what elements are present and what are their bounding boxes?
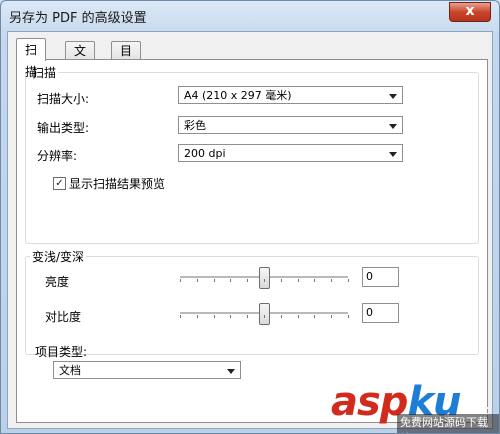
resolution-value: 200 dpi	[184, 147, 226, 160]
contrast-tick	[348, 315, 349, 318]
contrast-tick	[314, 315, 316, 318]
output-type-value: 彩色	[184, 119, 206, 132]
chevron-down-icon	[389, 152, 397, 157]
chevron-down-icon	[227, 369, 235, 374]
checkmark-icon: ✓	[55, 178, 64, 189]
brightness-label: 亮度	[45, 275, 70, 289]
dialog-window: 另存为 PDF 的高级设置 x 扫描 文件 目标 扫描 扫描大小: A4 (21…	[0, 0, 500, 434]
brightness-input[interactable]: 0	[362, 267, 399, 287]
scan-size-value: A4 (210 x 297 毫米)	[184, 89, 292, 102]
tab-file[interactable]: 文件	[65, 41, 96, 76]
tab-panel-scan: 扫描 扫描大小: A4 (210 x 297 毫米) 输出类型: 彩色 分辨率:…	[16, 59, 488, 423]
contrast-tick	[331, 315, 333, 318]
contrast-label: 对比度	[45, 310, 82, 324]
watermark-brand: asp	[331, 379, 408, 425]
contrast-tick	[247, 315, 249, 318]
contrast-tick	[230, 315, 232, 318]
output-type-dropdown[interactable]: 彩色	[178, 116, 403, 134]
window-title: 另存为 PDF 的高级设置	[9, 11, 147, 26]
contrast-tick	[213, 315, 215, 318]
brightness-tick	[180, 279, 181, 282]
brightness-tick	[196, 279, 198, 282]
contrast-tick	[264, 315, 265, 318]
brightness-tick	[297, 279, 299, 282]
item-type-label: 项目类型:	[35, 345, 88, 359]
chevron-down-icon	[389, 94, 397, 99]
brightness-slider-thumb[interactable]	[258, 267, 270, 289]
contrast-tick	[196, 315, 198, 318]
brightness-value: 0	[366, 270, 373, 283]
contrast-value: 0	[366, 306, 373, 319]
brightness-tick	[280, 279, 282, 282]
watermark-subtitle: 免费网站源码下载站	[397, 414, 499, 433]
resolution-label: 分辨率:	[37, 149, 78, 163]
preview-checkbox[interactable]: ✓	[53, 177, 66, 190]
scan-size-dropdown[interactable]: A4 (210 x 297 毫米)	[178, 86, 403, 104]
contrast-tick	[297, 315, 299, 318]
brightness-tick	[247, 279, 249, 282]
tone-group	[25, 256, 479, 355]
output-type-label: 输出类型:	[37, 121, 90, 135]
dialog-client: 扫描 文件 目标 扫描 扫描大小: A4 (210 x 297 毫米) 输出类型…	[7, 31, 493, 429]
chevron-down-icon	[389, 124, 397, 129]
scan-size-label: 扫描大小:	[37, 92, 90, 106]
contrast-slider-thumb[interactable]	[258, 303, 270, 325]
item-type-value: 文档	[59, 364, 81, 377]
brightness-tick	[264, 279, 265, 282]
contrast-input[interactable]: 0	[362, 303, 399, 323]
close-icon: x	[465, 3, 475, 19]
brightness-tick	[314, 279, 316, 282]
close-button[interactable]: x	[449, 2, 491, 22]
contrast-tick	[280, 315, 282, 318]
brightness-tick	[348, 279, 349, 282]
tab-scan-label: 扫描	[25, 43, 38, 79]
brightness-tick	[213, 279, 215, 282]
title-bar[interactable]: 另存为 PDF 的高级设置 x	[1, 1, 499, 29]
brightness-tick	[331, 279, 333, 282]
resolution-dropdown[interactable]: 200 dpi	[178, 144, 403, 162]
contrast-tick	[180, 315, 181, 318]
preview-checkbox-label[interactable]: 显示扫描结果预览	[69, 175, 165, 192]
tab-scan[interactable]: 扫描	[16, 38, 47, 79]
brightness-tick	[230, 279, 232, 282]
tone-group-title: 变浅/变深	[30, 248, 87, 265]
tab-target[interactable]: 目标	[111, 41, 142, 76]
item-type-dropdown[interactable]: 文档	[53, 361, 241, 379]
